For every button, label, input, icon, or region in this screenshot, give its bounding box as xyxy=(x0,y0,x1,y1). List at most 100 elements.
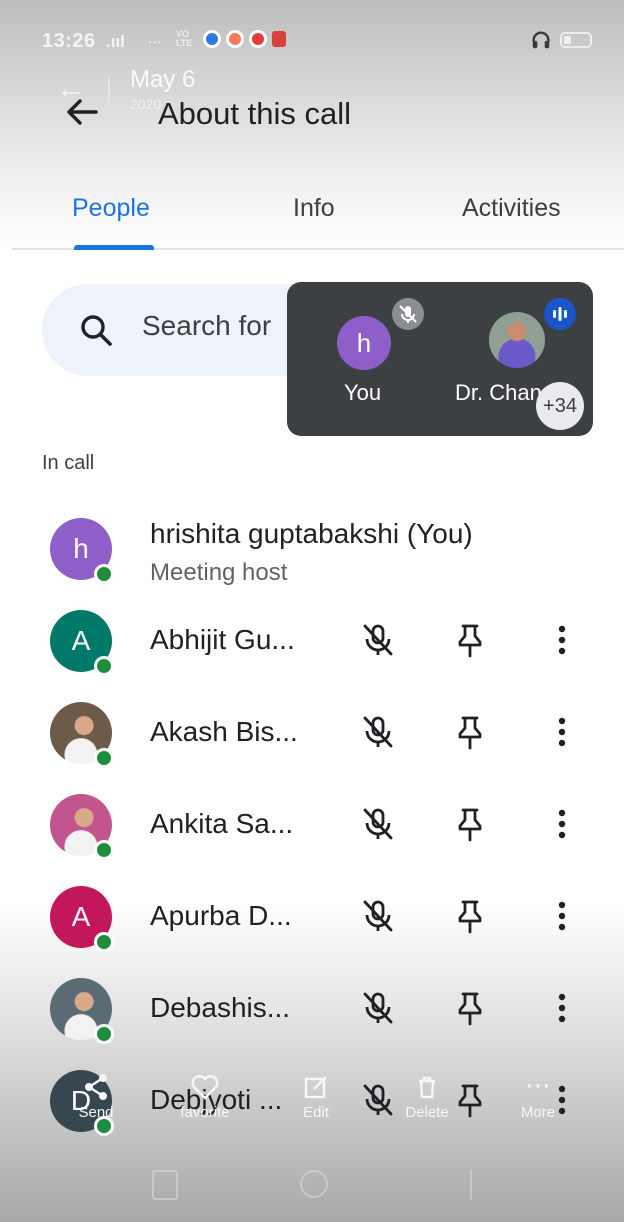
ghost-edit: Edit xyxy=(276,1072,356,1121)
screen: 13:26 .ııl ... VO LTE ← May 6 2020 About… xyxy=(0,0,624,1222)
speaking-icon xyxy=(544,298,576,330)
headset-icon xyxy=(530,28,552,58)
participant-row[interactable]: Ankita Sa... xyxy=(0,780,624,870)
more-horizontal-icon: ⋯ xyxy=(525,1070,551,1100)
presence-indicator xyxy=(94,656,114,676)
participant-row[interactable]: A Apurba D... xyxy=(0,872,624,962)
presence-indicator xyxy=(94,748,114,768)
mute-button[interactable] xyxy=(356,618,400,662)
ghost-more-label: More xyxy=(520,1104,556,1121)
status-time: 13:26 xyxy=(42,30,96,52)
mic-off-icon xyxy=(356,992,400,1034)
ghost-recents-icon xyxy=(152,1170,178,1200)
ghost-edit-label: Edit xyxy=(303,1104,329,1121)
ghost-date: May 6 xyxy=(130,66,196,93)
pin-icon xyxy=(448,808,492,850)
pin-icon xyxy=(448,992,492,1034)
page-title: About this call xyxy=(158,96,351,131)
more-options-button[interactable] xyxy=(540,802,584,846)
presence-indicator xyxy=(94,840,114,860)
more-vertical-icon xyxy=(540,625,584,666)
more-vertical-icon xyxy=(540,993,584,1034)
participant-name: Ankita Sa... xyxy=(150,808,294,839)
self-tile-name: You xyxy=(344,380,382,405)
mic-off-icon xyxy=(356,624,400,666)
participant-name: Apurba D... xyxy=(150,900,292,931)
signal-icon: .ııl xyxy=(106,32,125,51)
trash-icon xyxy=(387,1072,467,1104)
ghost-divider xyxy=(108,78,110,106)
section-heading: In call xyxy=(42,452,95,474)
more-vertical-icon xyxy=(540,717,584,758)
participant-photo xyxy=(489,312,545,368)
participant-name: Akash Bis... xyxy=(150,716,298,747)
call-tiles-panel[interactable]: h You Dr. Chand +34 xyxy=(287,282,593,436)
more-vertical-icon xyxy=(540,809,584,850)
pin-button[interactable] xyxy=(448,618,492,662)
presence-indicator xyxy=(94,564,114,584)
ghost-action-bar: Send favorite Edit Delete ⋯ More xyxy=(0,1072,624,1152)
mic-off-icon xyxy=(392,298,424,330)
mute-button[interactable] xyxy=(356,894,400,938)
pin-icon xyxy=(448,624,492,666)
app-icon xyxy=(226,30,244,48)
more-vertical-icon xyxy=(540,901,584,942)
youtube-icon xyxy=(249,30,267,48)
pin-icon xyxy=(448,900,492,942)
tab-people[interactable]: People xyxy=(72,194,150,223)
ghost-delete: Delete xyxy=(387,1072,467,1121)
more-options-button[interactable] xyxy=(540,894,584,938)
network-icon: ... xyxy=(148,30,162,47)
presence-indicator xyxy=(94,932,114,952)
calendar-icon xyxy=(272,31,286,47)
heart-icon xyxy=(165,1072,245,1104)
notification-icons: VO LTE xyxy=(176,30,286,48)
edit-icon xyxy=(276,1072,356,1104)
ghost-back-icon xyxy=(470,1170,492,1200)
participant-name: Abhijit Gu... xyxy=(150,624,295,655)
more-options-button[interactable] xyxy=(540,986,584,1030)
pin-button[interactable] xyxy=(448,894,492,938)
tab-activities[interactable]: Activities xyxy=(462,194,561,223)
pin-icon xyxy=(448,716,492,758)
pin-button[interactable] xyxy=(448,986,492,1030)
participant-row-host[interactable]: h hrishita guptabakshi (You) Meeting hos… xyxy=(0,504,624,594)
mute-button[interactable] xyxy=(356,802,400,846)
ghost-year: 2020 xyxy=(130,96,162,112)
ghost-delete-label: Delete xyxy=(405,1104,449,1121)
presence-indicator xyxy=(94,1024,114,1044)
mic-off-icon xyxy=(356,900,400,942)
browser-icon xyxy=(203,30,221,48)
battery-icon xyxy=(560,32,592,48)
mic-off-icon xyxy=(356,808,400,850)
ghost-send-label: Send xyxy=(78,1104,114,1121)
search-icon xyxy=(81,315,112,346)
back-button[interactable] xyxy=(62,92,102,132)
ghost-favorite: favorite xyxy=(165,1072,245,1121)
ghost-more: ⋯ More xyxy=(498,1072,578,1121)
more-participants-badge[interactable]: +34 xyxy=(536,382,584,430)
participant-name: Debashis... xyxy=(150,992,291,1023)
tab-info[interactable]: Info xyxy=(293,194,335,223)
tab-bar: People Info Activities xyxy=(12,180,624,250)
ghost-home-icon xyxy=(300,1170,328,1198)
pin-button[interactable] xyxy=(448,802,492,846)
participant-row[interactable]: A Abhijit Gu... xyxy=(0,596,624,686)
pin-button[interactable] xyxy=(448,710,492,754)
participant-row[interactable]: Akash Bis... xyxy=(0,688,624,778)
status-bar: 13:26 .ııl ... VO LTE xyxy=(0,22,624,58)
mic-off-icon xyxy=(356,716,400,758)
share-icon xyxy=(56,1072,136,1104)
ghost-send: Send xyxy=(56,1072,136,1121)
more-options-button[interactable] xyxy=(540,710,584,754)
participant-role: Meeting host xyxy=(150,559,288,586)
mute-button[interactable] xyxy=(356,710,400,754)
self-avatar: h xyxy=(337,316,391,370)
volte-icon: VO LTE xyxy=(176,29,193,48)
participant-name: hrishita guptabakshi (You) xyxy=(150,518,473,549)
back-arrow-icon xyxy=(67,99,98,125)
more-options-button[interactable] xyxy=(540,618,584,662)
participant-row[interactable]: Debashis... xyxy=(0,964,624,1054)
mute-button[interactable] xyxy=(356,986,400,1030)
tab-indicator xyxy=(74,245,154,250)
